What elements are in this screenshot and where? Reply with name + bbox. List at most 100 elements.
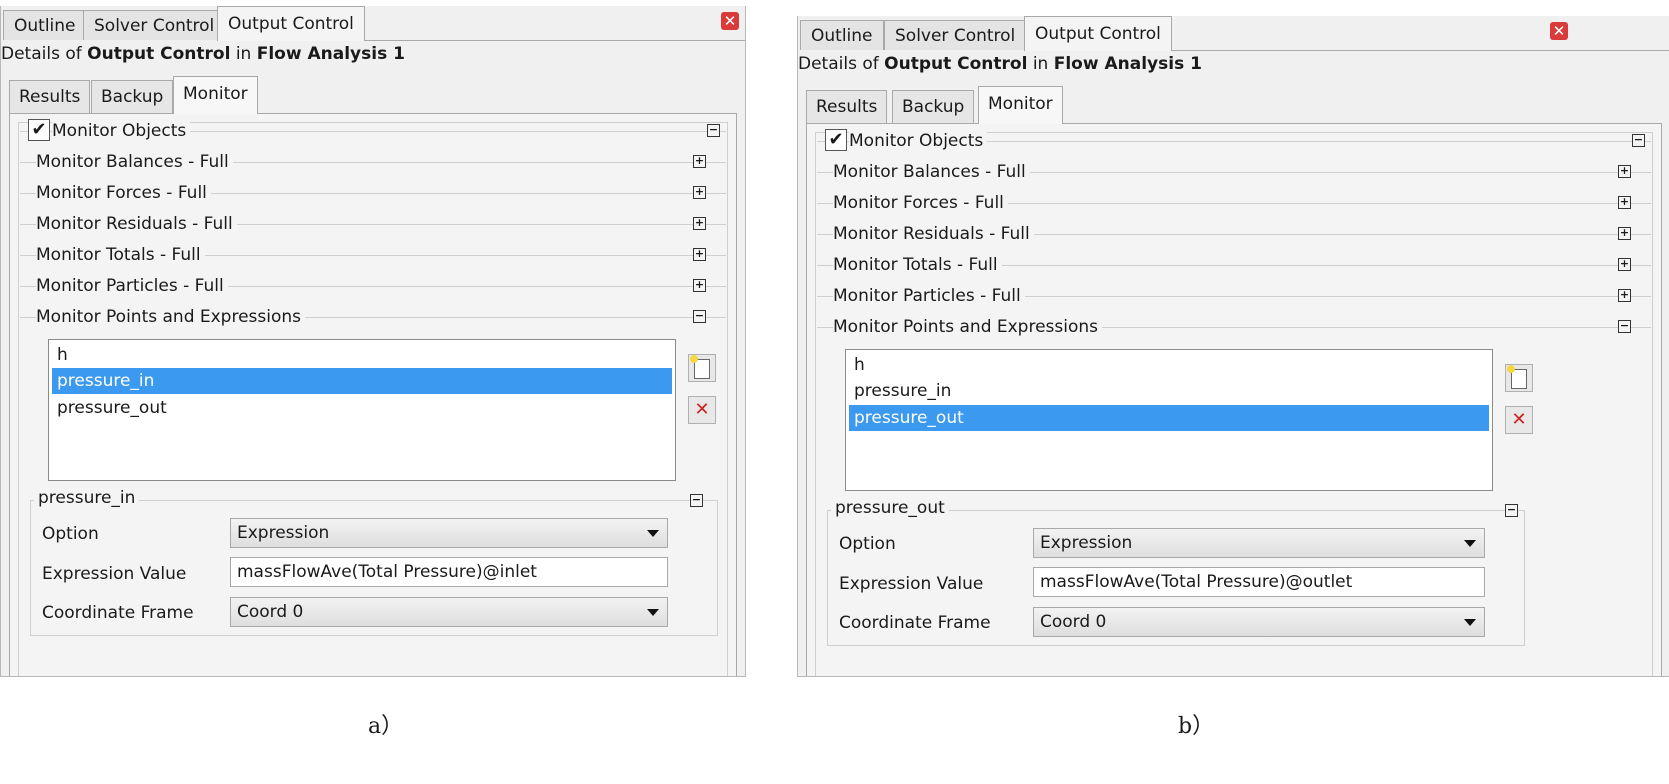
title-object: Output Control [87, 44, 231, 64]
group-monitor-points[interactable]: Monitor Points and Expressions − [817, 314, 1651, 340]
delete-icon[interactable]: ✕ [1505, 406, 1533, 434]
checkmark-icon[interactable]: ✔ [825, 129, 847, 151]
collapse-icon[interactable]: − [1505, 504, 1518, 517]
checkmark-icon[interactable]: ✔ [28, 119, 50, 141]
frame-select[interactable]: Coord 0 [1033, 607, 1485, 637]
group-label: Monitor Balances - Full [833, 159, 1030, 185]
list-item[interactable]: pressure_in [849, 378, 1489, 404]
group-monitor-balances[interactable]: Monitor Balances - Full + [20, 149, 726, 175]
output-control-panel-b: Outline Solver Control Output Control ✕ … [797, 16, 1669, 677]
group-label: Monitor Particles - Full [833, 283, 1025, 309]
tab-output-control[interactable]: Output Control [217, 6, 365, 41]
expand-icon[interactable]: + [693, 155, 706, 168]
expand-icon[interactable]: + [693, 248, 706, 261]
monitor-objects-label: Monitor Objects [849, 128, 988, 154]
option-label: Option [839, 534, 896, 554]
group-monitor-forces[interactable]: Monitor Forces - Full + [20, 180, 726, 206]
new-item-icon[interactable] [1505, 364, 1533, 392]
new-item-icon[interactable] [688, 354, 716, 382]
expand-icon[interactable]: + [1618, 258, 1631, 271]
group-label: Monitor Forces - Full [36, 180, 211, 206]
tabstrip-divider [1170, 50, 1669, 51]
expand-icon[interactable]: + [1618, 196, 1631, 209]
expression-label: Expression Value [839, 574, 984, 594]
group-monitor-totals[interactable]: Monitor Totals - Full + [817, 252, 1651, 278]
group-monitor-particles[interactable]: Monitor Particles - Full + [20, 273, 726, 299]
title-prefix: Details of [1, 44, 88, 64]
delete-icon[interactable]: ✕ [688, 396, 716, 424]
title-mid: in [230, 44, 257, 64]
expand-icon[interactable]: + [693, 186, 706, 199]
expand-icon[interactable]: + [693, 217, 706, 230]
monitor-points-list[interactable]: h pressure_in pressure_out [48, 339, 676, 481]
group-label: Monitor Particles - Full [36, 273, 228, 299]
group-label: Monitor Points and Expressions [833, 314, 1103, 340]
close-icon[interactable]: ✕ [1550, 22, 1568, 40]
subtab-backup[interactable]: Backup [892, 90, 975, 123]
expand-icon[interactable]: + [1618, 165, 1631, 178]
expand-icon[interactable]: + [693, 279, 706, 292]
expression-input[interactable]: massFlowAve(Total Pressure)@outlet [1033, 567, 1485, 597]
monitor-content: ✔ Monitor Objects − Monitor Balances - F… [9, 113, 737, 676]
collapse-icon[interactable]: − [1632, 134, 1645, 147]
collapse-icon[interactable]: − [1618, 320, 1631, 333]
tab-solver-control[interactable]: Solver Control [83, 10, 226, 40]
tab-outline[interactable]: Outline [800, 20, 884, 50]
option-select[interactable]: Expression [1033, 528, 1485, 558]
group-label: Monitor Totals - Full [36, 242, 205, 268]
detail-title: pressure_out [831, 498, 949, 518]
group-monitor-balances[interactable]: Monitor Balances - Full + [817, 159, 1651, 185]
frame-value: Coord 0 [1040, 612, 1107, 632]
close-icon[interactable]: ✕ [721, 12, 739, 30]
frame-label: Coordinate Frame [839, 613, 991, 633]
group-monitor-points[interactable]: Monitor Points and Expressions − [20, 304, 726, 330]
title-object: Output Control [884, 54, 1028, 74]
expression-input[interactable]: massFlowAve(Total Pressure)@inlet [230, 557, 668, 587]
group-monitor-residuals[interactable]: Monitor Residuals - Full + [20, 211, 726, 237]
monitor-objects-label: Monitor Objects [52, 118, 191, 144]
subtab-monitor[interactable]: Monitor [173, 76, 258, 114]
subtab-results[interactable]: Results [806, 90, 888, 123]
expression-label: Expression Value [42, 564, 187, 584]
group-monitor-totals[interactable]: Monitor Totals - Full + [20, 242, 726, 268]
chevron-down-icon [1464, 540, 1476, 547]
title-context: Flow Analysis 1 [256, 44, 405, 64]
tab-output-control[interactable]: Output Control [1024, 16, 1172, 51]
group-monitor-forces[interactable]: Monitor Forces - Full + [817, 190, 1651, 216]
expand-icon[interactable]: + [1618, 289, 1631, 302]
option-select[interactable]: Expression [230, 518, 668, 548]
frame-value: Coord 0 [237, 602, 304, 622]
chevron-down-icon [647, 530, 659, 537]
chevron-down-icon [1464, 619, 1476, 626]
group-label: Monitor Balances - Full [36, 149, 233, 175]
tabstrip-divider [361, 40, 745, 41]
list-item[interactable]: h [849, 352, 1489, 378]
list-item[interactable]: pressure_out [849, 405, 1489, 431]
subtab-results[interactable]: Results [9, 80, 91, 113]
collapse-icon[interactable]: − [690, 494, 703, 507]
title-prefix: Details of [798, 54, 885, 74]
collapse-icon[interactable]: − [693, 310, 706, 323]
subtab-monitor[interactable]: Monitor [978, 86, 1063, 124]
group-monitor-particles[interactable]: Monitor Particles - Full + [817, 283, 1651, 309]
monitor-objects-header: ✔ Monitor Objects − [20, 118, 726, 144]
caption-b: b） [1178, 714, 1215, 739]
list-item[interactable]: h [52, 342, 672, 368]
expand-icon[interactable]: + [1618, 227, 1631, 240]
collapse-icon[interactable]: − [707, 124, 720, 137]
group-label: Monitor Residuals - Full [833, 221, 1034, 247]
group-label: Monitor Residuals - Full [36, 211, 237, 237]
monitor-points-list[interactable]: h pressure_in pressure_out [845, 349, 1493, 491]
list-item[interactable]: pressure_out [52, 395, 672, 421]
title-context: Flow Analysis 1 [1053, 54, 1202, 74]
group-label: Monitor Totals - Full [833, 252, 1002, 278]
caption-a: a） [368, 714, 404, 739]
list-item[interactable]: pressure_in [52, 368, 672, 394]
frame-select[interactable]: Coord 0 [230, 597, 668, 627]
option-value: Expression [237, 523, 330, 543]
tab-outline[interactable]: Outline [3, 10, 87, 40]
details-title: Details of Output Control in Flow Analys… [798, 54, 1202, 74]
tab-solver-control[interactable]: Solver Control [884, 20, 1027, 50]
group-monitor-residuals[interactable]: Monitor Residuals - Full + [817, 221, 1651, 247]
subtab-backup[interactable]: Backup [91, 80, 174, 113]
